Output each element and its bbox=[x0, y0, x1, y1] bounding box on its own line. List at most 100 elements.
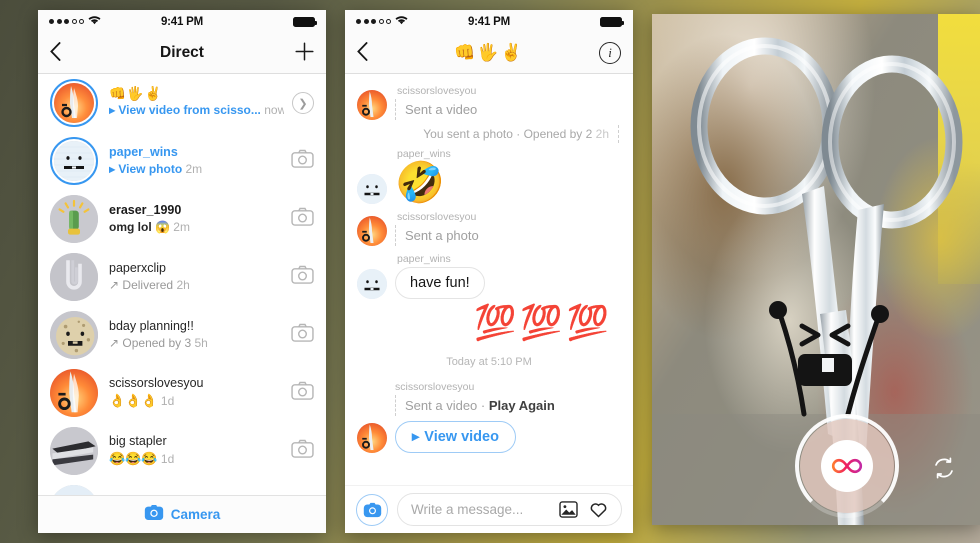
message-body: scissorslovesyou Sent a video bbox=[395, 80, 621, 120]
list-item-text: paperxclip ↗ Delivered 2h bbox=[98, 260, 283, 294]
message-row: scissorslovesyou Sent a video bbox=[357, 80, 621, 120]
scissors-avatar bbox=[357, 423, 387, 454]
message-input-placeholder: Write a message... bbox=[411, 502, 524, 517]
back-button[interactable] bbox=[357, 41, 383, 65]
play-triangle-icon: ▸ bbox=[412, 429, 420, 446]
status-bar: 9:41 PM bbox=[38, 10, 326, 33]
status-text: You sent a photo · Opened by 2 bbox=[423, 127, 593, 141]
list-item-time: 1d bbox=[160, 394, 175, 409]
image-icon[interactable] bbox=[559, 501, 578, 518]
story-row-subtitle: ▸ View video from scisso... now bbox=[109, 102, 284, 119]
list-item[interactable]: paperxclip ↗ Delivered 2h bbox=[38, 248, 326, 306]
camera-icon bbox=[144, 504, 164, 526]
message-username: paper_wins bbox=[397, 148, 451, 160]
media-status-text: Sent a video · bbox=[405, 398, 489, 414]
list-item-action: 👌👌👌 bbox=[109, 393, 158, 409]
shutter-button[interactable] bbox=[800, 419, 894, 513]
message-emoji: 🤣 bbox=[395, 161, 445, 205]
heart-icon[interactable] bbox=[589, 501, 608, 518]
camera-icon[interactable] bbox=[283, 439, 314, 463]
scissors-photo bbox=[652, 14, 980, 525]
list-item-subtitle: ↗ Delivered 2h bbox=[109, 277, 283, 294]
list-item[interactable]: scissorslovesyou 👌👌👌 1d bbox=[38, 364, 326, 422]
day-divider: Today at 5:10 PM bbox=[446, 356, 532, 369]
camera-icon[interactable] bbox=[283, 207, 314, 231]
thread-nav-bar: 👊🖐️✌️ i bbox=[345, 33, 633, 74]
phone-chat-thread: 9:41 PM 👊🖐️✌️ i scissorslovesyou Sent a … bbox=[345, 10, 633, 533]
thread-title: 👊🖐️✌️ bbox=[454, 43, 524, 62]
signal-dots-icon bbox=[356, 19, 391, 24]
camera-icon[interactable] bbox=[356, 493, 388, 526]
play-triangle-icon: ▸ bbox=[109, 103, 116, 118]
camera-icon[interactable] bbox=[283, 323, 314, 347]
media-placeholder[interactable]: Sent a photo bbox=[395, 225, 479, 246]
back-button[interactable] bbox=[50, 41, 76, 65]
list-item[interactable]: eraser_1990 omg lol 😱 2m bbox=[38, 190, 326, 248]
camera-tab-button[interactable]: Camera bbox=[38, 495, 326, 533]
view-video-label: View video bbox=[424, 429, 499, 446]
list-item-text: big stapler 😂😂😂 1d bbox=[98, 433, 283, 468]
screenshot-stage: 9:41 PM Direct 👊🖐️✌️ ▸ View video from s… bbox=[0, 0, 980, 543]
list-item-title: eraser_1990 bbox=[109, 203, 182, 218]
avatar-ring bbox=[50, 79, 98, 127]
phone-direct-inbox: 9:41 PM Direct 👊🖐️✌️ ▸ View video from s… bbox=[38, 10, 326, 533]
camera-icon[interactable] bbox=[283, 265, 314, 289]
message-row-video: scissorslovesyou Sent a video · Play Aga… bbox=[357, 381, 621, 454]
list-item-title: big stapler bbox=[109, 434, 167, 449]
list-item-text: bday planning!! ↗ Opened by 3 5h bbox=[98, 318, 283, 352]
media-status: Sent a video · Play Again bbox=[395, 395, 555, 417]
arrow-up-right-icon: ↗ bbox=[109, 336, 120, 351]
status-bar-clock: 9:41 PM bbox=[160, 15, 204, 28]
status-time: 2h bbox=[595, 127, 609, 141]
flip-camera-icon[interactable] bbox=[931, 455, 957, 481]
video-button-row: ▸ View video bbox=[357, 421, 621, 454]
message-row: scissorslovesyou Sent a photo bbox=[357, 206, 621, 246]
chevron-right-circle-icon[interactable]: ❯ bbox=[292, 92, 314, 114]
paperclip-avatar bbox=[50, 253, 98, 301]
avatar-ring bbox=[50, 195, 98, 243]
new-message-button[interactable] bbox=[295, 41, 314, 66]
direct-nav-bar: Direct bbox=[38, 33, 326, 74]
list-item-time: 2m bbox=[185, 162, 203, 177]
message-input[interactable]: Write a message... bbox=[397, 493, 622, 526]
message-row: paper_wins 🤣 bbox=[357, 143, 621, 204]
list-item-action: 😂😂😂 bbox=[109, 451, 158, 467]
status-bar-right bbox=[510, 16, 625, 27]
cookie-avatar bbox=[50, 311, 98, 359]
message-username: scissorslovesyou bbox=[397, 211, 477, 223]
list-item[interactable]: big stapler 😂😂😂 1d bbox=[38, 422, 326, 480]
direct-message-list[interactable]: 👊🖐️✌️ ▸ View video from scisso... now ❯ bbox=[38, 74, 326, 533]
shutter-button-wrapper bbox=[795, 414, 899, 518]
list-item-action: Delivered bbox=[122, 278, 174, 293]
list-item-action: View photo bbox=[118, 162, 183, 177]
media-placeholder[interactable]: Sent a video bbox=[395, 99, 477, 120]
media-label: Sent a video bbox=[405, 102, 478, 117]
camera-tab-label: Camera bbox=[170, 507, 221, 522]
message-body: paper_wins 🤣 bbox=[395, 143, 621, 204]
signal-dots-icon bbox=[49, 19, 84, 24]
view-video-button[interactable]: ▸ View video bbox=[395, 421, 516, 454]
list-item-subtitle: ▸ View photo 2m bbox=[109, 161, 283, 178]
list-item[interactable]: bday planning!! ↗ Opened by 3 5h bbox=[38, 306, 326, 364]
story-row-action[interactable]: ❯ bbox=[284, 92, 314, 114]
list-item-time: 5h bbox=[194, 336, 208, 351]
status-bar: 9:41 PM bbox=[345, 10, 633, 33]
camera-icon[interactable] bbox=[283, 149, 314, 173]
list-item-title: bday planning!! bbox=[109, 319, 194, 334]
message-thread[interactable]: scissorslovesyou Sent a video You sent a… bbox=[345, 74, 633, 508]
eraser-avatar bbox=[50, 195, 98, 243]
direct-nav-actions bbox=[295, 41, 314, 66]
story-emoji-title: 👊🖐️✌️ bbox=[109, 86, 163, 102]
list-item-story[interactable]: 👊🖐️✌️ ▸ View video from scisso... now ❯ bbox=[38, 74, 326, 132]
message-composer: Write a message... bbox=[345, 485, 633, 533]
camera-icon[interactable] bbox=[283, 381, 314, 405]
message-body: ▸ View video bbox=[395, 421, 621, 454]
list-item[interactable]: paper_wins ▸ View photo 2m bbox=[38, 132, 326, 190]
infinity-boomerang-icon bbox=[831, 458, 863, 474]
scissors-avatar bbox=[357, 90, 387, 120]
list-item-title: paper_wins bbox=[109, 145, 178, 160]
play-again-label[interactable]: Play Again bbox=[489, 398, 555, 413]
list-item-action: omg lol 😱 bbox=[109, 220, 170, 235]
message-bubble[interactable]: have fun! bbox=[395, 267, 485, 299]
info-circle-icon[interactable]: i bbox=[599, 42, 621, 64]
